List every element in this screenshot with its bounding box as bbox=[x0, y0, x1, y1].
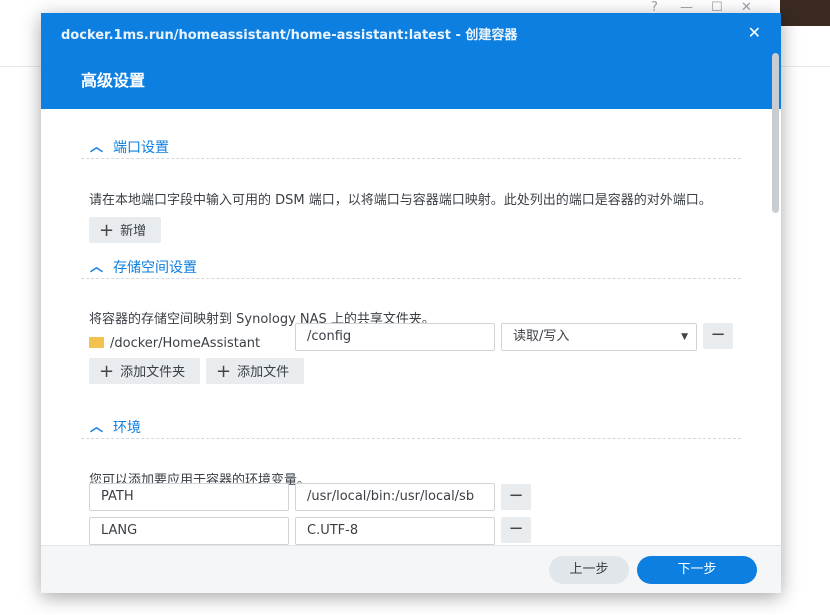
storage-host-path-label: /docker/HomeAssistant bbox=[110, 336, 261, 351]
background-thumbnail bbox=[780, 0, 830, 26]
section-ports-description: 请在本地端口字段中输入可用的 DSM 端口，以将端口与容器端口映射。此处列出的端… bbox=[89, 193, 712, 208]
dialog-footer: 上一步 下一步 bbox=[41, 545, 781, 593]
plus-icon: + bbox=[99, 220, 115, 241]
folder-icon bbox=[89, 337, 104, 348]
env-name-input[interactable]: LANG bbox=[89, 517, 289, 545]
remove-storage-button[interactable]: − bbox=[703, 323, 733, 349]
add-port-button[interactable]: + 新增 bbox=[89, 217, 161, 243]
remove-env-button[interactable]: − bbox=[501, 484, 531, 510]
minus-icon: − bbox=[508, 518, 524, 539]
add-port-label: 新增 bbox=[120, 224, 147, 239]
env-name-input[interactable]: PATH bbox=[89, 483, 289, 511]
section-environment-header[interactable]: ︿ 环境 bbox=[81, 416, 741, 439]
section-storage-title: 存储空间设置 bbox=[113, 260, 197, 276]
storage-permission-value: 读取/写入 bbox=[513, 329, 570, 344]
section-ports-header[interactable]: ︿ 端口设置 bbox=[81, 136, 741, 159]
create-container-dialog: docker.1ms.run/homeassistant/home-assist… bbox=[41, 13, 781, 593]
env-value-input[interactable]: /usr/local/bin:/usr/local/sb bbox=[295, 483, 495, 511]
dialog-content: ︿ 端口设置 请在本地端口字段中输入可用的 DSM 端口，以将端口与容器端口映射… bbox=[41, 109, 781, 545]
chevron-up-icon[interactable]: ︿ bbox=[90, 416, 103, 435]
dialog-title: docker.1ms.run/homeassistant/home-assist… bbox=[61, 28, 518, 43]
section-environment-title: 环境 bbox=[113, 420, 141, 436]
section-ports-title: 端口设置 bbox=[113, 140, 169, 156]
remove-env-button[interactable]: − bbox=[501, 517, 531, 543]
plus-icon: + bbox=[216, 361, 232, 382]
add-file-label: 添加文件 bbox=[237, 365, 290, 380]
chevron-up-icon[interactable]: ︿ bbox=[90, 256, 103, 275]
add-file-button[interactable]: + 添加文件 bbox=[206, 358, 304, 384]
next-button[interactable]: 下一步 bbox=[637, 556, 757, 584]
env-value-input[interactable]: C.UTF-8 bbox=[295, 517, 495, 545]
section-storage-header[interactable]: ︿ 存储空间设置 bbox=[81, 256, 741, 279]
scrollbar[interactable] bbox=[772, 53, 779, 213]
minus-icon: − bbox=[508, 485, 524, 506]
plus-icon: + bbox=[99, 361, 115, 382]
page-title: 高级设置 bbox=[81, 71, 146, 90]
storage-permission-select[interactable]: 读取/写入 ▼ bbox=[501, 323, 697, 351]
previous-button[interactable]: 上一步 bbox=[549, 556, 629, 584]
minus-icon: − bbox=[710, 324, 726, 345]
caret-down-icon: ▼ bbox=[681, 332, 688, 342]
add-folder-label: 添加文件夹 bbox=[120, 365, 186, 380]
dialog-header: docker.1ms.run/homeassistant/home-assist… bbox=[41, 13, 781, 109]
storage-mount-path-input[interactable]: /config bbox=[295, 323, 495, 351]
storage-host-path: /docker/HomeAssistant bbox=[89, 336, 260, 351]
close-icon[interactable]: ✕ bbox=[748, 23, 761, 42]
add-folder-button[interactable]: + 添加文件夹 bbox=[89, 358, 200, 384]
chevron-up-icon[interactable]: ︿ bbox=[90, 136, 103, 155]
